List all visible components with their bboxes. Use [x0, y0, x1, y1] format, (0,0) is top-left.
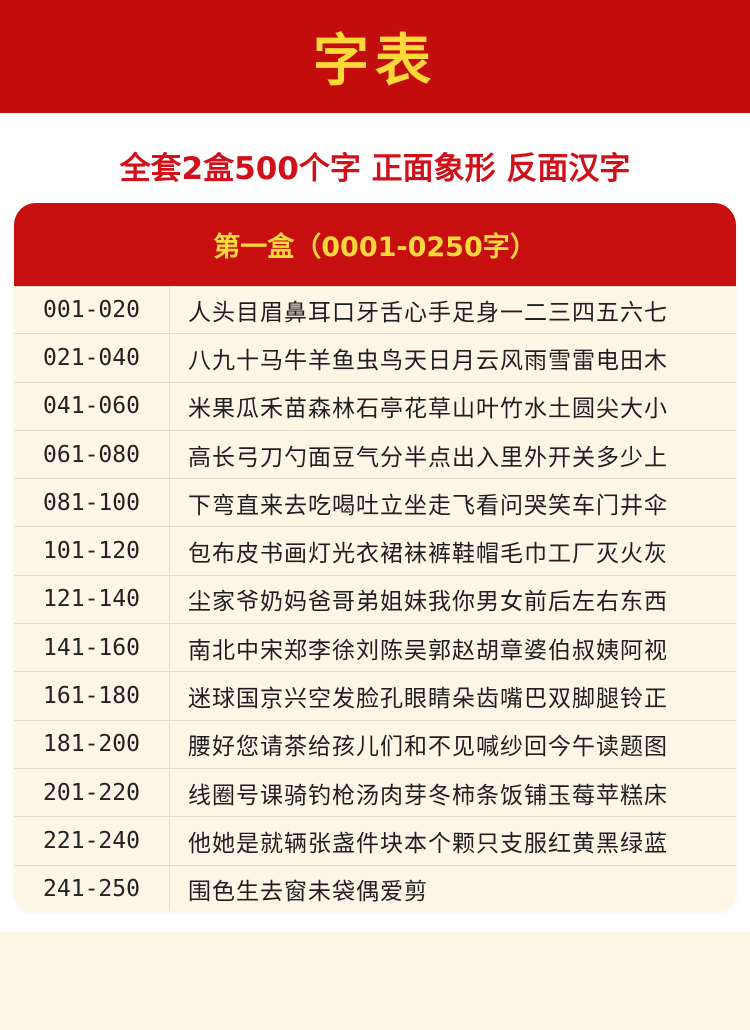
row-range: 061-080	[14, 430, 170, 479]
footer-band	[0, 932, 750, 1030]
row-range: 121-140	[14, 575, 170, 624]
row-range: 081-100	[14, 479, 170, 527]
table-row: 021-040 八九十马牛羊鱼虫鸟天日月云风雨雪雷电田木	[14, 334, 736, 383]
table-row: 041-060 米果瓜禾苗森林石亭花草山叶竹水土圆尖大小	[14, 382, 736, 431]
row-range: 201-220	[14, 768, 170, 817]
table-row: 081-100 下弯直来去吃喝吐立坐走飞看问哭笑车门井伞	[14, 479, 736, 528]
table-header: 第一盒（0001-0250字）	[14, 203, 736, 286]
row-range: 181-200	[14, 720, 170, 768]
row-characters: 腰好您请茶给孩儿们和不见喊纱回今午读题图	[188, 734, 668, 761]
row-characters: 迷球国京兴空发脸孔眼睛朵齿嘴巴双脚腿铃正	[188, 686, 668, 713]
row-characters: 高长弓刀勺面豆气分半点出入里外开关多少上	[188, 444, 668, 471]
title-banner: 字表	[0, 0, 750, 113]
row-characters: 人头目眉鼻耳口牙舌心手足身一二三四五六七	[188, 300, 668, 327]
table-rows: 001-020 人头目眉鼻耳口牙舌心手足身一二三四五六七 021-040 八九十…	[14, 286, 736, 911]
table-row: 061-080 高长弓刀勺面豆气分半点出入里外开关多少上	[14, 430, 736, 480]
table-row: 001-020 人头目眉鼻耳口牙舌心手足身一二三四五六七	[14, 286, 736, 335]
row-characters: 南北中宋郑李徐刘陈吴郭赵胡章婆伯叔姨阿视	[188, 637, 668, 664]
row-characters: 线圈号课骑钓枪汤肉芽冬柿条饭铺玉莓苹糕床	[188, 782, 668, 809]
table-row: 181-200 腰好您请茶给孩儿们和不见喊纱回今午读题图	[14, 720, 736, 769]
row-range: 021-040	[14, 334, 170, 382]
row-range: 141-160	[14, 624, 170, 672]
row-range: 241-250	[14, 865, 170, 911]
row-characters: 尘家爷奶妈爸哥弟姐妹我你男女前后左右东西	[188, 589, 668, 616]
character-table: 第一盒（0001-0250字） 001-020 人头目眉鼻耳口牙舌心手足身一二三…	[14, 203, 736, 911]
row-characters: 包布皮书画灯光衣裙袜裤鞋帽毛巾工厂灭火灰	[188, 541, 668, 568]
row-characters: 他她是就辆张盏件块本个颗只支服红黄黑绿蓝	[188, 830, 668, 857]
row-characters: 围色生去窗未袋偶爱剪	[188, 879, 428, 906]
row-range: 041-060	[14, 382, 170, 430]
row-range: 101-120	[14, 527, 170, 575]
table-row: 221-240 他她是就辆张盏件块本个颗只支服红黄黑绿蓝	[14, 817, 736, 866]
row-characters: 下弯直来去吃喝吐立坐走飞看问哭笑车门井伞	[188, 492, 668, 519]
table-row: 121-140 尘家爷奶妈爸哥弟姐妹我你男女前后左右东西	[14, 575, 736, 625]
table-row: 101-120 包布皮书画灯光衣裙袜裤鞋帽毛巾工厂灭火灰	[14, 527, 736, 576]
subtitle: 全套2盒500个字 正面象形 反面汉字	[119, 151, 631, 187]
table-row: 141-160 南北中宋郑李徐刘陈吴郭赵胡章婆伯叔姨阿视	[14, 624, 736, 673]
row-characters: 八九十马牛羊鱼虫鸟天日月云风雨雪雷电田木	[188, 347, 668, 374]
table-row: 201-220 线圈号课骑钓枪汤肉芽冬柿条饭铺玉莓苹糕床	[14, 768, 736, 818]
table-row: 161-180 迷球国京兴空发脸孔眼睛朵齿嘴巴双脚腿铃正	[14, 672, 736, 721]
table-row: 241-250 围色生去窗未袋偶爱剪	[14, 865, 736, 911]
row-range: 001-020	[14, 287, 170, 334]
page-title: 字表	[313, 29, 437, 94]
row-range: 161-180	[14, 672, 170, 720]
row-characters: 米果瓜禾苗森林石亭花草山叶竹水土圆尖大小	[188, 396, 668, 423]
row-range: 221-240	[14, 817, 170, 865]
